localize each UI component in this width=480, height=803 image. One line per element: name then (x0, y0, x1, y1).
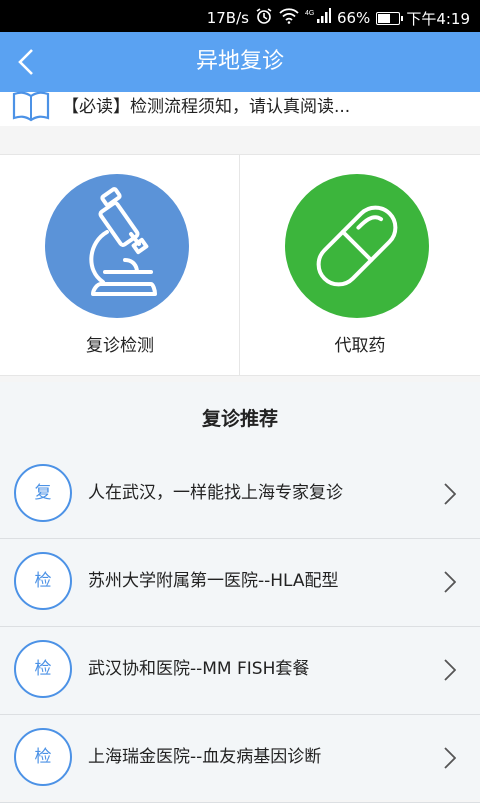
battery-icon (376, 11, 404, 25)
list-item-badge: 检 (14, 640, 72, 698)
book-icon (12, 90, 50, 126)
microscope-icon (45, 174, 189, 318)
list-item[interactable]: 检 上海瑞金医院--血友病基因诊断 (0, 714, 480, 803)
network-type-label: 4G (305, 10, 314, 17)
network-speed: 17B/s (206, 9, 249, 27)
list-item-badge: 复 (14, 464, 72, 522)
list-item-text: 人在武汉，一样能找上海专家复诊 (88, 483, 343, 503)
chevron-right-icon (444, 483, 456, 505)
battery-percent: 66% (336, 9, 371, 27)
chevron-right-icon (444, 747, 456, 769)
pill-icon (285, 174, 429, 318)
list-item-badge: 检 (14, 728, 72, 786)
chevron-right-icon (444, 571, 456, 593)
chevron-right-icon (444, 659, 456, 681)
status-bar: 17B/s 4G 66% 下午4:19 (0, 0, 480, 32)
list-item[interactable]: 检 武汉协和医院--MM FISH套餐 (0, 626, 480, 715)
clock: 下午4:19 (406, 9, 470, 28)
service-medicine[interactable]: 代取药 (240, 155, 480, 375)
list-item-badge: 检 (14, 552, 72, 610)
title-bar: 异地复诊 (0, 32, 480, 92)
notice-banner[interactable]: 【必读】检测流程须知，请认真阅读... (0, 90, 480, 126)
list-item-text: 上海瑞金医院--血友病基因诊断 (88, 747, 322, 767)
recommend-section: 复诊推荐 复 人在武汉，一样能找上海专家复诊 检 苏州大学附属第一医院--HLA… (0, 382, 480, 803)
notice-text: 【必读】检测流程须知，请认真阅读... (62, 97, 351, 117)
service-checkup[interactable]: 复诊检测 (0, 155, 240, 375)
recommend-heading: 复诊推荐 (201, 408, 278, 430)
list-item[interactable]: 检 苏州大学附属第一医院--HLA配型 (0, 538, 480, 627)
page-title: 异地复诊 (195, 49, 284, 74)
signal-icon: 4G (305, 8, 331, 28)
service-medicine-label: 代取药 (334, 336, 386, 356)
wifi-icon (279, 8, 299, 28)
alarm-icon (255, 7, 273, 29)
service-checkup-label: 复诊检测 (86, 336, 154, 356)
list-item[interactable]: 复 人在武汉，一样能找上海专家复诊 (0, 450, 480, 539)
service-grid: 复诊检测 代取药 (0, 154, 480, 376)
list-item-text: 武汉协和医院--MM FISH套餐 (88, 659, 310, 679)
list-item-text: 苏州大学附属第一医院--HLA配型 (88, 571, 339, 591)
